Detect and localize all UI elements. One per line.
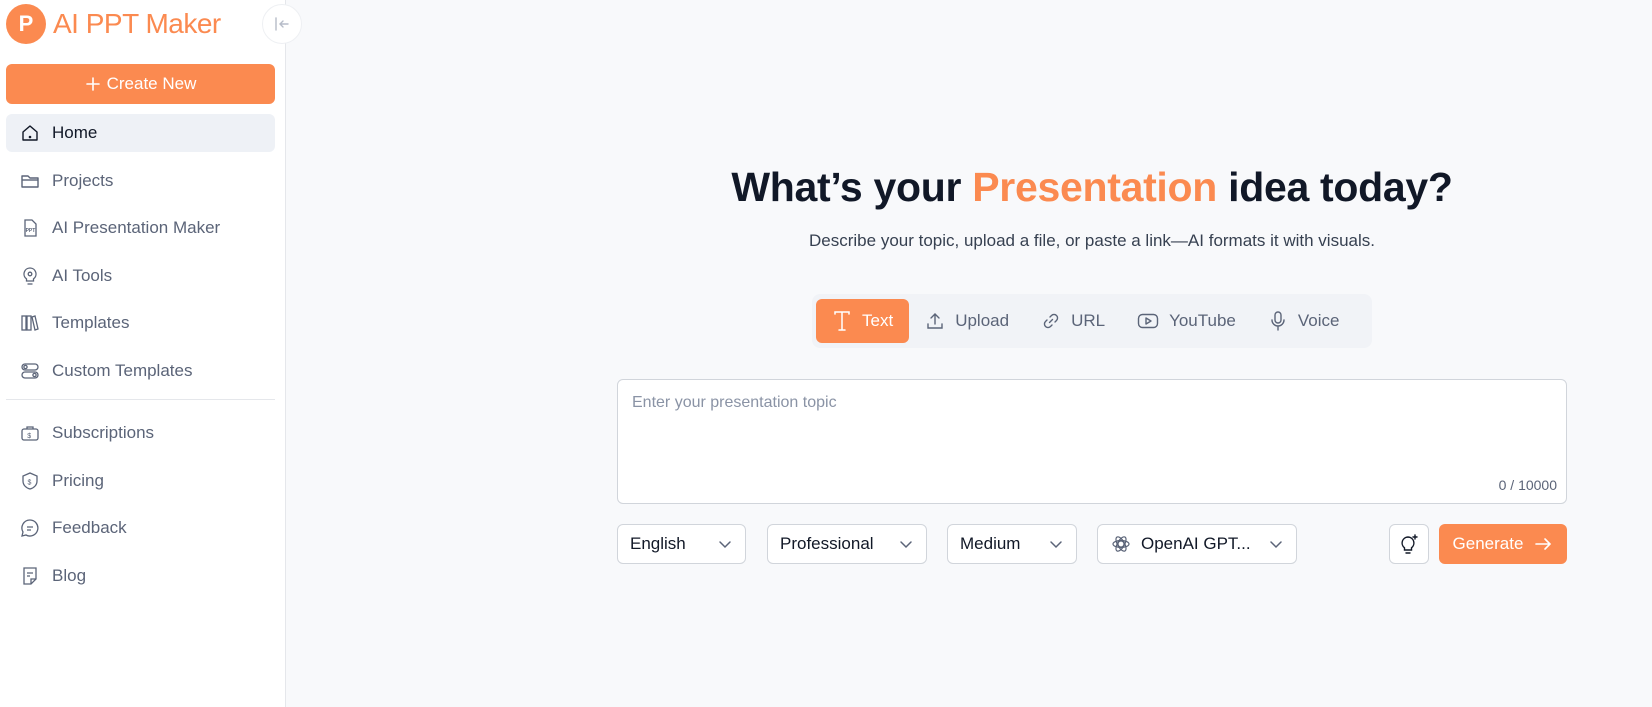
- sidebar-divider: [6, 399, 275, 400]
- generate-label: Generate: [1452, 534, 1524, 553]
- bulb-gear-icon: [19, 265, 41, 287]
- tab-label: Voice: [1297, 311, 1340, 330]
- language-select[interactable]: English: [617, 524, 746, 564]
- sidebar-item-ai-presentation-maker[interactable]: PPT AI Presentation Maker: [6, 209, 275, 247]
- tab-label: Upload: [955, 311, 1010, 330]
- chat-icon: [19, 517, 41, 539]
- sidebar-item-label: Pricing: [52, 470, 104, 490]
- chevron-down-icon: [719, 541, 731, 549]
- generate-button[interactable]: Generate: [1439, 524, 1567, 564]
- toggles-icon: [19, 360, 41, 382]
- input-mode-tabs: Text Upload URL YouTube Voice: [812, 294, 1372, 348]
- create-new-label: Create New: [106, 74, 197, 93]
- collapse-left-icon: [275, 17, 289, 31]
- upload-icon: [927, 313, 943, 329]
- note-icon: [19, 565, 41, 587]
- sidebar-item-custom-templates[interactable]: Custom Templates: [6, 352, 275, 390]
- hero-subtitle: Describe your topic, upload a file, or p…: [809, 231, 1375, 250]
- model-select[interactable]: OpenAI GPT...: [1097, 524, 1297, 564]
- tone-select[interactable]: Professional: [767, 524, 927, 564]
- home-icon: [19, 122, 41, 144]
- chevron-down-icon: [900, 541, 912, 549]
- collapse-sidebar-button[interactable]: [262, 4, 302, 44]
- tab-label: URL: [1071, 311, 1106, 330]
- svg-text:$: $: [27, 433, 31, 440]
- topic-input[interactable]: [632, 394, 1532, 412]
- model-select-content: OpenAI GPT...: [1110, 533, 1251, 555]
- sidebar-item-label: Templates: [52, 313, 130, 332]
- idea-suggestion-button[interactable]: [1389, 524, 1429, 564]
- chevron-down-icon: [1050, 541, 1062, 549]
- length-value: Medium: [960, 534, 1021, 553]
- sidebar-item-feedback[interactable]: Feedback: [6, 509, 275, 547]
- model-value: OpenAI GPT...: [1141, 534, 1251, 553]
- books-icon: [19, 312, 41, 334]
- sidebar-nav: Home Projects PPT AI Presentation Maker …: [6, 114, 275, 604]
- length-select[interactable]: Medium: [947, 524, 1077, 564]
- hero-title-accent: Presentation: [972, 164, 1218, 210]
- arrow-right-icon: [1535, 538, 1552, 550]
- sidebar-item-label: Projects: [52, 170, 114, 190]
- text-cursor-icon: [834, 311, 850, 331]
- sidebar-item-pricing[interactable]: $ Pricing: [6, 462, 275, 500]
- microphone-icon: [1271, 311, 1285, 331]
- sidebar-item-label: AI Presentation Maker: [52, 218, 221, 237]
- sidebar: P AI PPT Maker Create New Home Projects …: [0, 0, 286, 707]
- link-icon: [1043, 313, 1059, 329]
- sidebar-item-label: Feedback: [52, 518, 127, 537]
- ppt-icon: PPT: [19, 217, 41, 239]
- tab-text[interactable]: Text: [816, 299, 910, 343]
- sidebar-item-label: Home: [52, 123, 98, 142]
- sidebar-item-label: Custom Templates: [52, 360, 193, 380]
- tab-upload[interactable]: Upload: [909, 299, 1025, 343]
- brand[interactable]: P AI PPT Maker: [6, 4, 221, 44]
- svg-text:$: $: [28, 479, 32, 486]
- sidebar-item-projects[interactable]: Projects: [6, 162, 275, 200]
- hero-title-after: idea today?: [1228, 164, 1453, 210]
- character-counter: 0 / 10000: [1498, 477, 1557, 493]
- hero-title-before: What’s your: [731, 164, 962, 210]
- tab-url[interactable]: URL: [1025, 299, 1121, 343]
- lightbulb-sparkle-icon: [1401, 534, 1418, 554]
- topic-input-box[interactable]: 0 / 10000: [617, 379, 1567, 504]
- tab-label: YouTube: [1169, 311, 1236, 330]
- brand-name: AI PPT Maker: [53, 8, 221, 39]
- brand-logo: P: [6, 4, 46, 44]
- sidebar-item-label: AI Tools: [52, 265, 113, 285]
- sidebar-item-subscriptions[interactable]: $ Subscriptions: [6, 414, 275, 452]
- svg-text:PPT: PPT: [26, 228, 36, 234]
- folder-icon: [19, 170, 41, 192]
- sidebar-item-label: Blog: [52, 565, 87, 585]
- sidebar-item-blog[interactable]: Blog: [6, 557, 275, 595]
- youtube-icon: [1137, 313, 1159, 329]
- chevron-down-icon: [1270, 541, 1282, 549]
- hero-title: What’s your Presentation idea today?: [600, 164, 1584, 211]
- sidebar-item-label: Subscriptions: [52, 423, 155, 442]
- sidebar-item-templates[interactable]: Templates: [6, 304, 275, 342]
- create-new-button[interactable]: Create New: [6, 64, 275, 104]
- language-value: English: [630, 534, 686, 553]
- sidebar-item-ai-tools[interactable]: AI Tools: [6, 257, 275, 295]
- openai-icon: [1112, 536, 1130, 552]
- shield-dollar-icon: $: [19, 470, 41, 492]
- plus-icon: [85, 77, 100, 91]
- briefcase-dollar-icon: $: [19, 422, 41, 444]
- tab-voice[interactable]: Voice: [1252, 299, 1356, 343]
- tab-label: Text: [862, 311, 894, 330]
- tab-youtube[interactable]: YouTube: [1121, 299, 1252, 343]
- tone-value: Professional: [780, 534, 874, 553]
- sidebar-item-home[interactable]: Home: [6, 114, 275, 152]
